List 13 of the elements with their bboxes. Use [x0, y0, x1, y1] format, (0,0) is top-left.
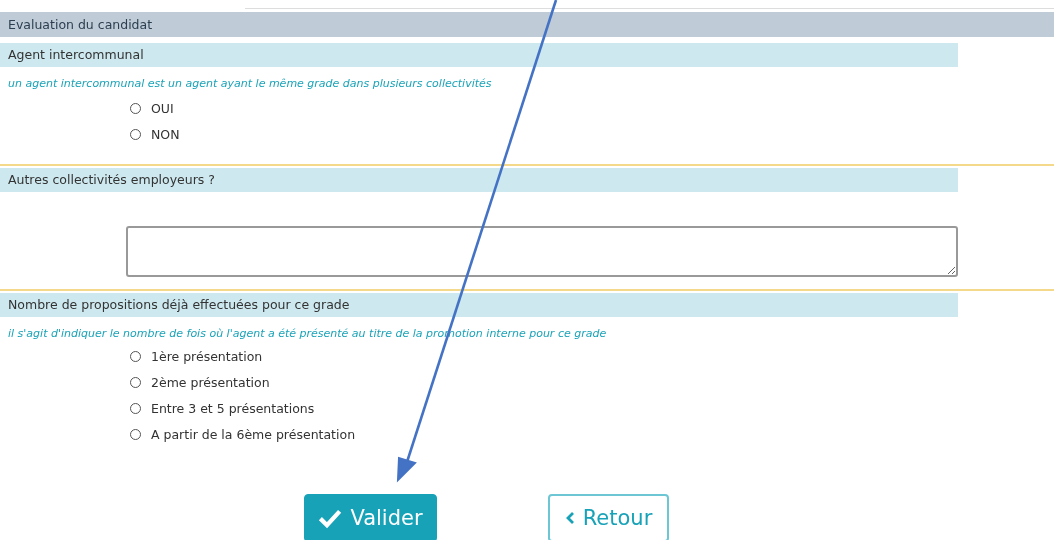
option-label[interactable]: A partir de la 6ème présentation — [151, 426, 356, 442]
option-label[interactable]: OUI — [151, 100, 174, 116]
question-label: Agent intercommunal — [0, 43, 958, 67]
option-label[interactable]: 1ère présentation — [151, 348, 263, 364]
chevron-left-icon — [564, 511, 575, 525]
option-label[interactable]: NON — [151, 126, 180, 142]
text-area[interactable] — [126, 226, 958, 277]
question-label: Autres collectivités employeurs ? — [0, 168, 958, 192]
section-header: Evaluation du candidat — [0, 12, 1054, 37]
question-label: Nombre de propositions déjà effectuées pour ce grade — [0, 293, 958, 317]
hint-text: un agent intercommunal est un agent ayant le même grade dans plusieurs collectivités — [7, 77, 493, 90]
option-label[interactable]: 2ème présentation — [151, 374, 270, 390]
option-label[interactable]: Entre 3 et 5 présentations — [151, 400, 315, 416]
